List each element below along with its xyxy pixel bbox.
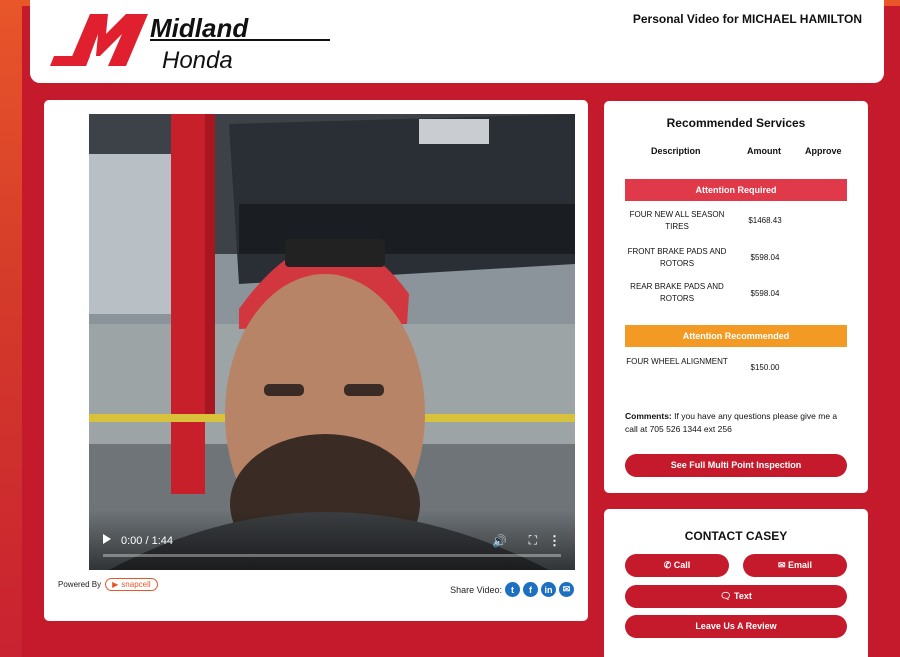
service-amount: $598.04: [750, 253, 780, 262]
column-amount: Amount: [747, 146, 781, 156]
email-button[interactable]: ✉ Email: [743, 554, 847, 577]
powered-by: Powered By ▶ snapcell: [58, 578, 158, 591]
column-description: Description: [651, 146, 701, 156]
logo-text-bottom: Honda: [162, 47, 233, 74]
recommended-services-title: Recommended Services: [666, 116, 806, 130]
more-options-icon[interactable]: ⋮: [548, 533, 561, 549]
page-edge-left: [0, 0, 22, 657]
video-frame-image: [89, 114, 575, 570]
linkedin-icon[interactable]: in: [541, 582, 556, 597]
video-panel: 0:00 / 1:44 🔊 ⛶ ⋮ Powered By ▶ snapcell …: [44, 100, 588, 621]
service-description: FOUR WHEEL ALIGNMENT: [626, 357, 728, 366]
contact-panel: CONTACT CASEY ✆ Call ✉ Email 🗨 Text Leav…: [604, 509, 868, 657]
header: Midland Honda Personal Video for MICHAEL…: [30, 0, 884, 83]
volume-icon[interactable]: 🔊: [492, 534, 507, 548]
envelope-icon: ✉: [777, 560, 786, 570]
email-icon[interactable]: ✉: [559, 582, 574, 597]
leave-review-button[interactable]: Leave Us A Review: [625, 615, 847, 638]
share-video: Share Video: t f in ✉: [450, 582, 574, 597]
service-amount: $150.00: [750, 363, 780, 372]
column-approve: Approve: [805, 146, 842, 156]
comments-label: Comments:: [625, 411, 672, 421]
midland-honda-logo[interactable]: Midland Honda: [50, 10, 340, 74]
text-label: Text: [734, 591, 752, 601]
phone-icon: ✆: [663, 560, 672, 570]
fullscreen-icon[interactable]: ⛶: [529, 533, 537, 548]
service-description: FOUR NEW ALL SEASON TIRES: [629, 210, 725, 231]
play-icon[interactable]: [103, 534, 111, 544]
call-label: Call: [673, 560, 691, 570]
contact-title: CONTACT CASEY: [684, 529, 788, 543]
video-player[interactable]: 0:00 / 1:44 🔊 ⛶ ⋮: [89, 114, 575, 570]
facebook-icon[interactable]: f: [523, 582, 538, 597]
email-label: Email: [788, 560, 813, 570]
share-label: Share Video:: [450, 584, 502, 595]
comments: Comments: If you have any questions plea…: [625, 410, 847, 436]
snapcell-label: snapcell: [121, 580, 151, 589]
snapcell-logo[interactable]: ▶ snapcell: [105, 578, 158, 591]
personal-video-title: Personal Video for MICHAEL HAMILTON: [632, 12, 862, 26]
attention-required-header: Attention Required: [625, 179, 847, 201]
call-button[interactable]: ✆ Call: [625, 554, 729, 577]
service-description: FRONT BRAKE PADS AND ROTORS: [627, 247, 727, 268]
video-time: 0:00 / 1:44: [121, 535, 173, 547]
service-amount: $598.04: [750, 289, 780, 298]
attention-recommended-header: Attention Recommended: [625, 325, 847, 347]
recommended-services-panel: Recommended Services Description Amount …: [604, 101, 868, 493]
text-button[interactable]: 🗨 Text: [625, 585, 847, 608]
logo-text-top: Midland: [150, 13, 249, 43]
service-description: REAR BRAKE PADS AND ROTORS: [630, 282, 724, 303]
twitter-icon[interactable]: t: [505, 582, 520, 597]
see-full-inspection-button[interactable]: See Full Multi Point Inspection: [625, 454, 847, 477]
video-progress-bar[interactable]: [103, 554, 561, 557]
service-amount: $1468.43: [748, 216, 782, 225]
video-controls: 0:00 / 1:44 🔊 ⛶ ⋮: [89, 510, 575, 570]
chat-bubble-icon: 🗨: [720, 591, 732, 601]
play-icon: ▶: [112, 580, 119, 589]
powered-by-label: Powered By: [58, 580, 102, 589]
